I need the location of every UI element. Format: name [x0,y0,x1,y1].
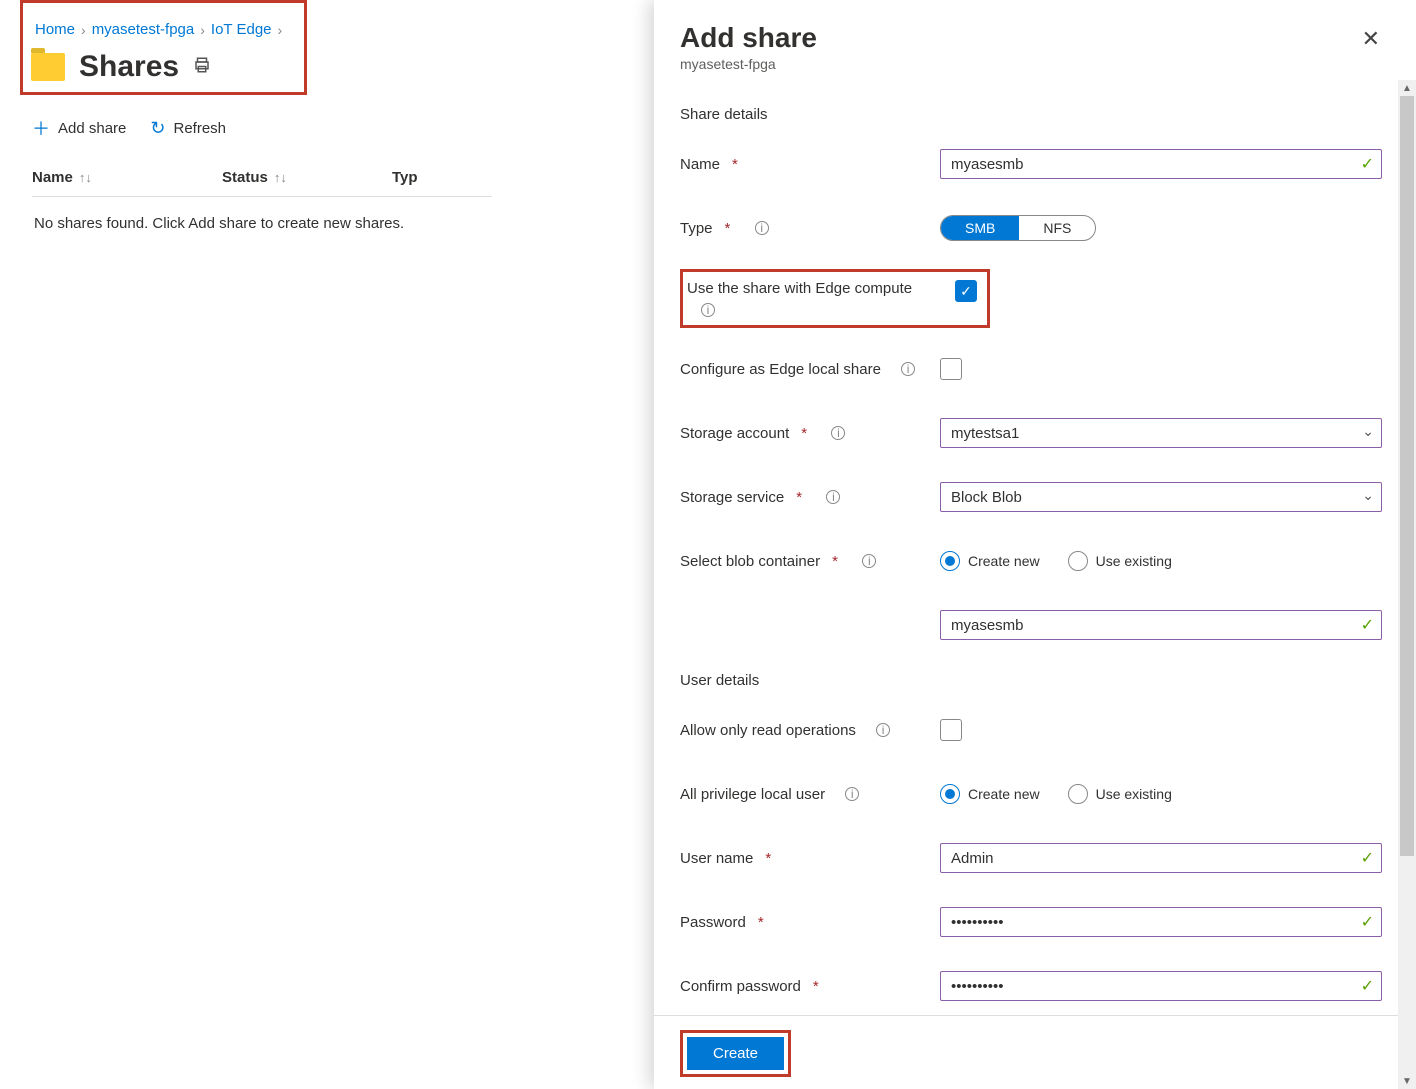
edge-compute-highlight: Use the share with Edge compute i ✓ [680,269,990,328]
refresh-button[interactable]: ↻ Refresh [150,118,226,139]
refresh-label: Refresh [173,120,226,137]
blade-footer: Create [654,1015,1416,1089]
type-smb[interactable]: SMB [941,216,1019,240]
breadcrumb: Home › myasetest-fpga › IoT Edge › [23,13,294,46]
blade-form: Share details Name* ✓ Type* i SMB NFS Us… [680,100,1390,1015]
column-name[interactable]: Name↑↓ [32,169,222,186]
sort-icon: ↑↓ [274,170,287,185]
title-highlight-box: Home › myasetest-fpga › IoT Edge › Share… [20,0,307,95]
info-icon[interactable]: i [755,221,769,235]
sort-icon: ↑↓ [79,170,92,185]
page-title: Shares [79,50,179,84]
container-name-input[interactable] [940,610,1382,640]
print-icon[interactable] [193,56,211,79]
field-confirm-password: Confirm password* ✓ [680,963,1382,1009]
storage-service-select[interactable] [940,482,1382,512]
priv-user-create-new-radio[interactable]: Create new [940,784,1040,804]
info-icon[interactable]: i [862,554,876,568]
scroll-down-icon[interactable]: ▼ [1398,1073,1416,1089]
password-input[interactable] [940,907,1382,937]
section-share-details: Share details [680,106,1382,123]
check-icon: ✓ [1361,154,1374,174]
field-allow-read: Allow only read operations i [680,707,1382,753]
breadcrumb-home[interactable]: Home [35,21,75,38]
scroll-thumb[interactable] [1400,96,1414,856]
info-icon[interactable]: i [901,362,915,376]
allow-read-checkbox[interactable] [940,719,962,741]
field-user-name: User name* ✓ [680,835,1382,881]
field-storage-service: Storage service* i ⌄ [680,474,1382,520]
use-edge-checkbox[interactable]: ✓ [955,280,977,302]
create-button[interactable]: Create [687,1037,784,1070]
container-create-new-radio[interactable]: Create new [940,551,1040,571]
info-icon[interactable]: i [831,426,845,440]
field-password: Password* ✓ [680,899,1382,945]
blade-subtitle: myasetest-fpga [680,56,1390,72]
check-icon: ✓ [1361,912,1374,932]
section-user-details: User details [680,672,1382,689]
blade-scrollbar[interactable]: ▲ ▼ [1398,80,1416,1089]
storage-account-select[interactable] [940,418,1382,448]
plus-icon: ＋ [32,115,50,141]
add-share-button[interactable]: ＋ Add share [32,115,126,141]
field-select-container: Select blob container* i Create new Use … [680,538,1382,584]
info-icon[interactable]: i [845,787,859,801]
add-share-blade: Add share myasetest-fpga ✕ Share details… [654,0,1416,1089]
refresh-icon: ↻ [150,118,165,139]
field-container-name: ✓ [680,602,1382,648]
info-icon[interactable]: i [701,303,715,317]
add-share-label: Add share [58,120,126,137]
breadcrumb-iot-edge[interactable]: IoT Edge [211,21,272,38]
type-segmented: SMB NFS [940,215,1096,241]
chevron-right-icon: › [200,22,205,38]
folder-icon [31,53,65,81]
info-icon[interactable]: i [876,723,890,737]
field-type: Type* i SMB NFS [680,205,1382,251]
info-icon[interactable]: i [826,490,840,504]
check-icon: ✓ [1361,615,1374,635]
field-priv-user: All privilege local user i Create new Us… [680,771,1382,817]
user-name-input[interactable] [940,843,1382,873]
check-icon: ✓ [1361,848,1374,868]
chevron-right-icon: › [278,22,283,38]
required-marker: * [732,156,738,173]
page-title-row: Shares [23,46,231,92]
chevron-right-icon: › [81,22,86,38]
field-storage-account: Storage account* i ⌄ [680,410,1382,456]
check-icon: ✓ [1361,976,1374,996]
table-header: Name↑↓ Status↑↓ Typ [32,169,492,197]
priv-user-use-existing-radio[interactable]: Use existing [1068,784,1172,804]
field-config-local: Configure as Edge local share i [680,346,1382,392]
column-type[interactable]: Typ [392,169,492,186]
blade-header: Add share myasetest-fpga ✕ [680,22,1390,72]
type-nfs[interactable]: NFS [1019,216,1095,240]
config-local-checkbox[interactable] [940,358,962,380]
field-name: Name* ✓ [680,141,1382,187]
scroll-up-icon[interactable]: ▲ [1398,80,1416,96]
column-status[interactable]: Status↑↓ [222,169,392,186]
close-icon[interactable]: ✕ [1362,26,1380,52]
name-input[interactable] [940,149,1382,179]
blade-title: Add share [680,22,1390,54]
breadcrumb-resource[interactable]: myasetest-fpga [92,21,195,38]
confirm-password-input[interactable] [940,971,1382,1001]
create-highlight-box: Create [680,1030,791,1077]
container-use-existing-radio[interactable]: Use existing [1068,551,1172,571]
